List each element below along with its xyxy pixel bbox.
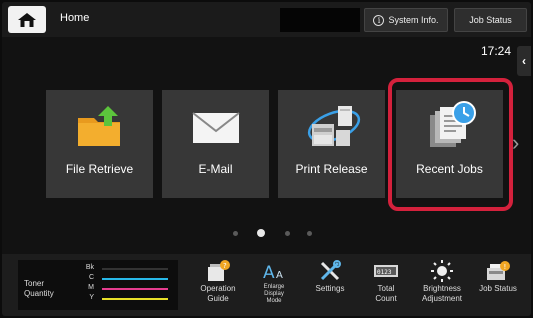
system-info-button[interactable]: i System Info. [364,8,448,32]
shortcut-label-line3: Mode [266,298,282,304]
total-count-button[interactable]: 0123 Total Count [360,257,412,315]
shortcut-label-line2: Display [264,291,284,297]
clock: 17:24 [480,44,511,58]
toner-bar-m [102,288,168,290]
home-screen: Home i System Info. Job Status 17:24 ‹ F… [2,2,531,316]
page-dot[interactable] [285,231,290,236]
toner-bar-bk [102,268,168,270]
shortcut-label-line1: Total [377,284,395,293]
job-status-shortcut-button[interactable]: ! Job Status [472,257,524,315]
tile-e-mail[interactable]: E-Mail [162,90,269,198]
info-icon: i [373,14,385,26]
tile-label: File Retrieve [65,162,134,176]
tile-label: E-Mail [198,162,233,176]
svg-text:!: ! [504,263,507,271]
shortcut-label-line2: Count [375,294,397,303]
printer-network-icon [307,106,360,146]
settings-button[interactable]: Settings [304,257,356,315]
shortcut-label-line1: Brightness [423,284,461,293]
page-dot[interactable] [233,231,238,236]
svg-text:A: A [263,263,275,282]
system-info-label: System Info. [388,15,439,25]
home-icon [18,12,36,27]
enlarge-text-icon: A A [263,263,283,282]
operation-guide-icon: ? [208,259,230,281]
page-title: Home [60,12,90,24]
side-panel-tab[interactable]: ‹ [517,46,531,76]
chevron-right-icon[interactable]: › [512,130,519,156]
toner-channel-label: Bk [85,264,94,271]
tile-file-retrieve[interactable]: File Retrieve [46,90,153,198]
enlarge-display-mode-button[interactable]: A A Enlarge Display Mode [248,257,300,315]
toner-label-line1: Toner [24,279,45,288]
status-message-area [280,8,360,32]
shortcut-label-line2: Adjustment [421,294,463,303]
envelope-icon [191,112,240,143]
job-status-button[interactable]: Job Status [454,8,527,32]
selection-highlight [388,78,513,211]
toner-bar-y [102,298,168,300]
shortcut-label-line1: Settings [315,284,345,293]
tile-label: Print Release [295,162,368,176]
page-dot-active[interactable] [257,229,265,237]
shortcut-label-line2: Guide [207,294,229,303]
settings-tools-icon [320,259,341,280]
toner-channel-label: Y [89,294,94,301]
folder-upload-icon [77,106,120,146]
brightness-icon [431,259,453,282]
toner-label-line2: Quantity [24,289,54,298]
top-bar: Home i System Info. Job Status [2,2,531,37]
svg-text:A: A [276,270,283,281]
bottom-toolbar: Toner Quantity Bk C M Y ? Operation Guid… [2,254,531,316]
shortcut-label-line1: Enlarge [263,284,285,290]
svg-text:?: ? [223,262,227,270]
page-indicator [2,229,531,239]
brightness-adjustment-button[interactable]: Brightness Adjustment [416,257,468,315]
job-status-icon: ! [487,260,510,280]
home-button[interactable] [8,6,46,33]
shortcut-label-line1: Operation [200,284,236,293]
shortcut-label-line1: Job Status [479,284,517,293]
job-status-label: Job Status [469,15,512,25]
svg-text:0123: 0123 [377,269,392,276]
toner-label: Toner Quantity [24,279,54,299]
tile-print-release[interactable]: Print Release [278,90,385,198]
chevron-left-icon: ‹ [522,54,526,68]
toner-quantity-panel: Toner Quantity Bk C M Y [18,260,178,310]
counter-icon: 0123 [374,264,398,277]
toner-channel-label: M [88,284,94,291]
toner-bar-c [102,278,168,280]
toner-channel-label: C [88,274,94,281]
page-dot[interactable] [307,231,312,236]
operation-guide-button[interactable]: ? Operation Guide [192,257,244,315]
